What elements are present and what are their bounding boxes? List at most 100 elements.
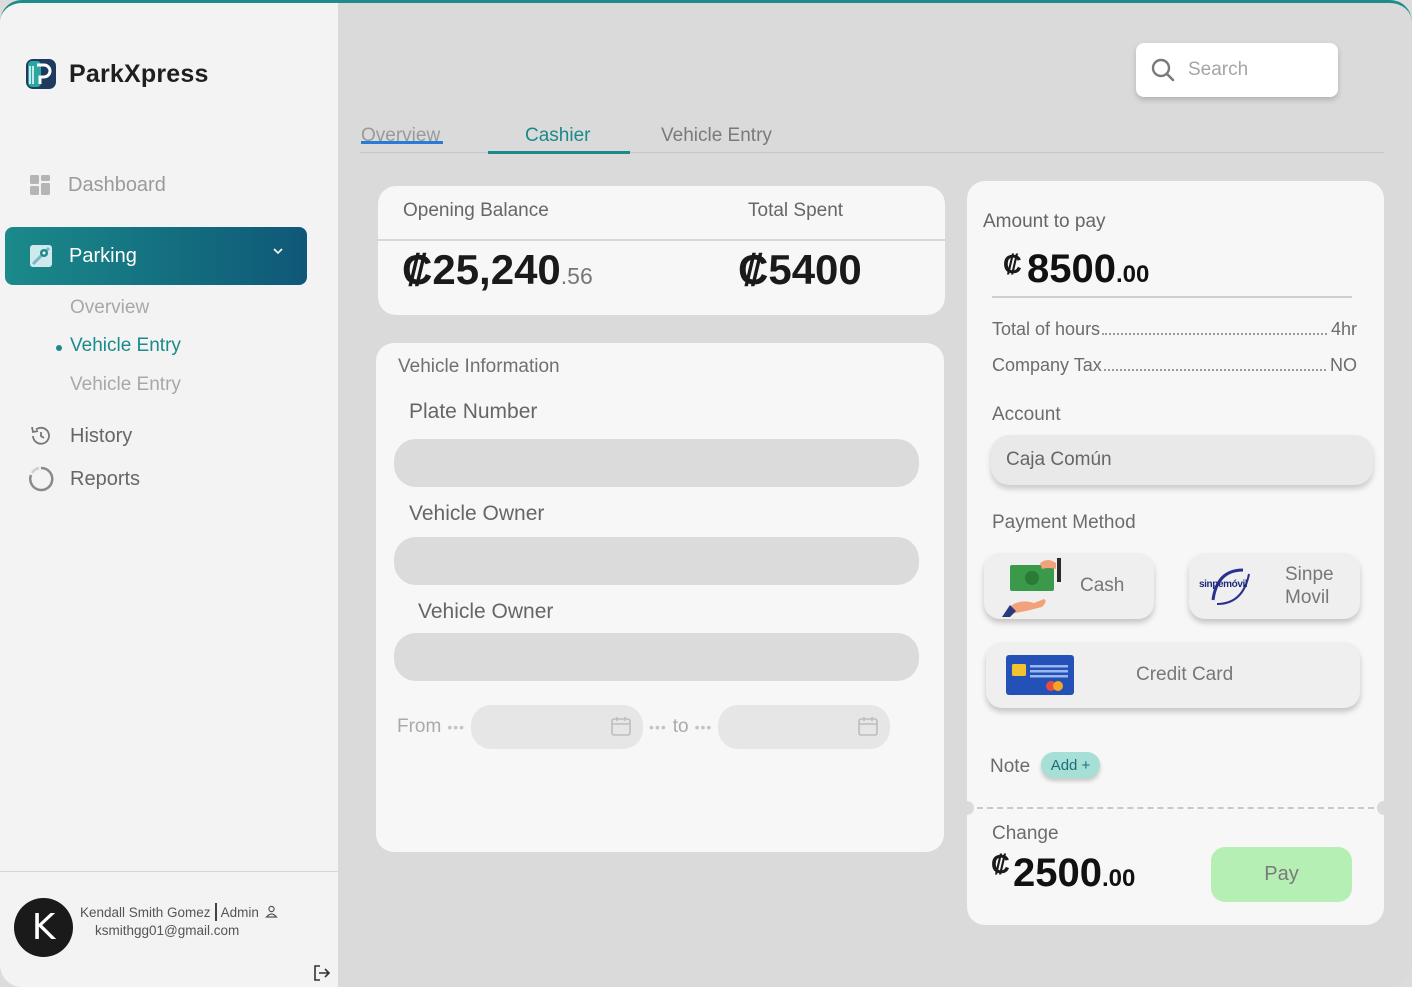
dotted-leader [1102,319,1327,335]
brand[interactable]: ParkXpress [25,57,209,91]
add-note-button[interactable]: Add + [1041,752,1100,778]
app-window: ParkXpress Dashboard Parking Overview Ve… [0,0,1412,987]
change-main: 2500 [1013,851,1102,895]
change-currency-symbol: ₡ [991,849,1010,879]
note-label: Note [990,756,1031,777]
from-date-field[interactable] [471,705,644,749]
total-spent-value: ₡5400 [738,246,862,293]
sinpe-movil-logo-icon: sinpemóvil [1197,561,1269,611]
account-select[interactable]: Caja Común [991,435,1373,485]
vehicle-information-card: Vehicle Information Plate Number Vehicle… [376,343,944,852]
credit-card-label: Credit Card [1136,664,1234,685]
amount-to-pay-label: Amount to pay [983,211,1106,232]
sidebar: ParkXpress Dashboard Parking Overview Ve… [0,3,338,987]
sidebar-item-label: Dashboard [68,173,166,196]
app-name: ParkXpress [69,59,209,88]
name-role-separator [214,903,217,921]
user-icon [264,905,278,918]
balance-divider [378,239,945,241]
sidebar-item-parking[interactable]: Parking [5,227,307,285]
payment-method-label: Payment Method [992,512,1136,533]
tab-cashier-active-indicator [488,151,630,154]
ticket-notch-right [1377,801,1391,815]
sidebar-item-label: Parking [69,244,137,267]
to-date-field[interactable] [718,705,891,749]
amount-currency-symbol: ₡ [1003,249,1022,279]
total-hours-value: 4hr [1330,319,1357,339]
sidebar-item-label: Reports [70,467,141,490]
sidebar-item-label: History [70,424,133,447]
company-tax-row: Company Tax NO [992,355,1357,376]
sidebar-divider [0,871,338,872]
amount-cents: .00 [1115,261,1150,288]
vehicle-owner-input[interactable] [394,537,919,585]
dashboard-grid-icon [30,175,50,195]
tab-vehicle-entry[interactable]: Vehicle Entry [661,125,772,147]
change-cents: .00 [1101,865,1136,892]
credit-card-payment-button[interactable]: Credit Card [986,642,1360,708]
dots-separator: ••• [649,719,667,735]
tab-cashier[interactable]: Cashier [525,125,590,147]
sidebar-subitem-vehicle-entry[interactable]: Vehicle Entry [70,374,181,396]
reports-pie-icon [29,466,54,492]
user-email: ksmithgg01@gmail.com [95,923,240,938]
user-role: Admin [220,905,259,920]
cash-label: Cash [1080,575,1125,596]
payment-card: Amount to pay ₡ 8500.00 Total of hours 4… [960,181,1391,925]
cash-icon [1002,558,1061,617]
date-range: From ••• ••• to ••• [397,705,891,749]
account-label: Account [992,404,1061,425]
total-spent-label: Total Spent [748,200,844,221]
calendar-icon[interactable] [610,715,632,737]
amount-main: 8500 [1027,247,1116,291]
search-input[interactable] [1188,59,1328,81]
company-tax-value: NO [1330,355,1357,375]
vehicle-owner-label: Vehicle Owner [409,502,545,525]
sinpe-logo-text: sinpemóvil [1199,579,1248,590]
from-label: From [397,716,442,737]
opening-balance-value: ₡25,240.56 [402,246,593,294]
plate-number-input[interactable] [394,439,919,487]
tab-overview-underline [361,141,443,144]
cash-payment-button[interactable]: Cash [984,553,1154,619]
logout-icon[interactable] [312,963,332,983]
search-box[interactable] [1136,43,1338,97]
total-hours-label: Total of hours [992,319,1101,339]
ticket-dashed-divider [967,807,1384,809]
sidebar-subitem-overview[interactable]: Overview [70,297,149,319]
balance-card: Opening Balance Total Spent ₡25,240.56 ₡… [378,186,945,315]
sinpe-label: Sinpe Movil [1285,563,1334,609]
change-label: Change [992,823,1059,844]
dots-separator: ••• [694,719,713,735]
dots-separator: ••• [447,719,466,735]
opening-balance-cents: .56 [560,263,593,289]
change-value: 2500.00 [1013,851,1135,896]
vehicle-owner-input-2[interactable] [394,633,919,681]
map-pin-icon [30,245,52,267]
parkxpress-logo-icon [26,59,56,89]
sidebar-item-reports[interactable]: Reports [28,466,140,492]
sidebar-subitem-vehicle-entry-active[interactable]: Vehicle Entry [56,335,181,357]
sinpe-movil-payment-button[interactable]: sinpemóvil Sinpe Movil [1189,553,1360,619]
amount-to-pay-value: 8500.00 [1027,247,1149,292]
avatar[interactable]: K [14,898,73,957]
company-tax-label: Company Tax [992,355,1102,375]
sidebar-item-history[interactable]: History [28,423,132,449]
calendar-icon[interactable] [857,715,879,737]
vehicle-owner-label-2: Vehicle Owner [418,600,554,623]
vehicle-information-title: Vehicle Information [398,356,560,377]
sinpe-label-line2: Movil [1285,587,1330,608]
total-hours-row: Total of hours 4hr [992,319,1357,340]
to-label: to [672,716,689,737]
user-name: Kendall Smith Gomez [80,905,211,920]
search-icon [1151,58,1175,82]
opening-balance-main: ₡25,240 [402,246,561,293]
credit-card-icon [1006,655,1074,695]
sidebar-item-dashboard[interactable]: Dashboard [28,173,166,197]
dotted-leader [1103,355,1326,371]
chevron-down-icon[interactable] [271,244,285,258]
history-icon [31,426,50,445]
pay-button[interactable]: Pay [1211,847,1352,902]
ticket-notch-left [960,801,974,815]
sinpe-label-line1: Sinpe [1285,564,1334,585]
